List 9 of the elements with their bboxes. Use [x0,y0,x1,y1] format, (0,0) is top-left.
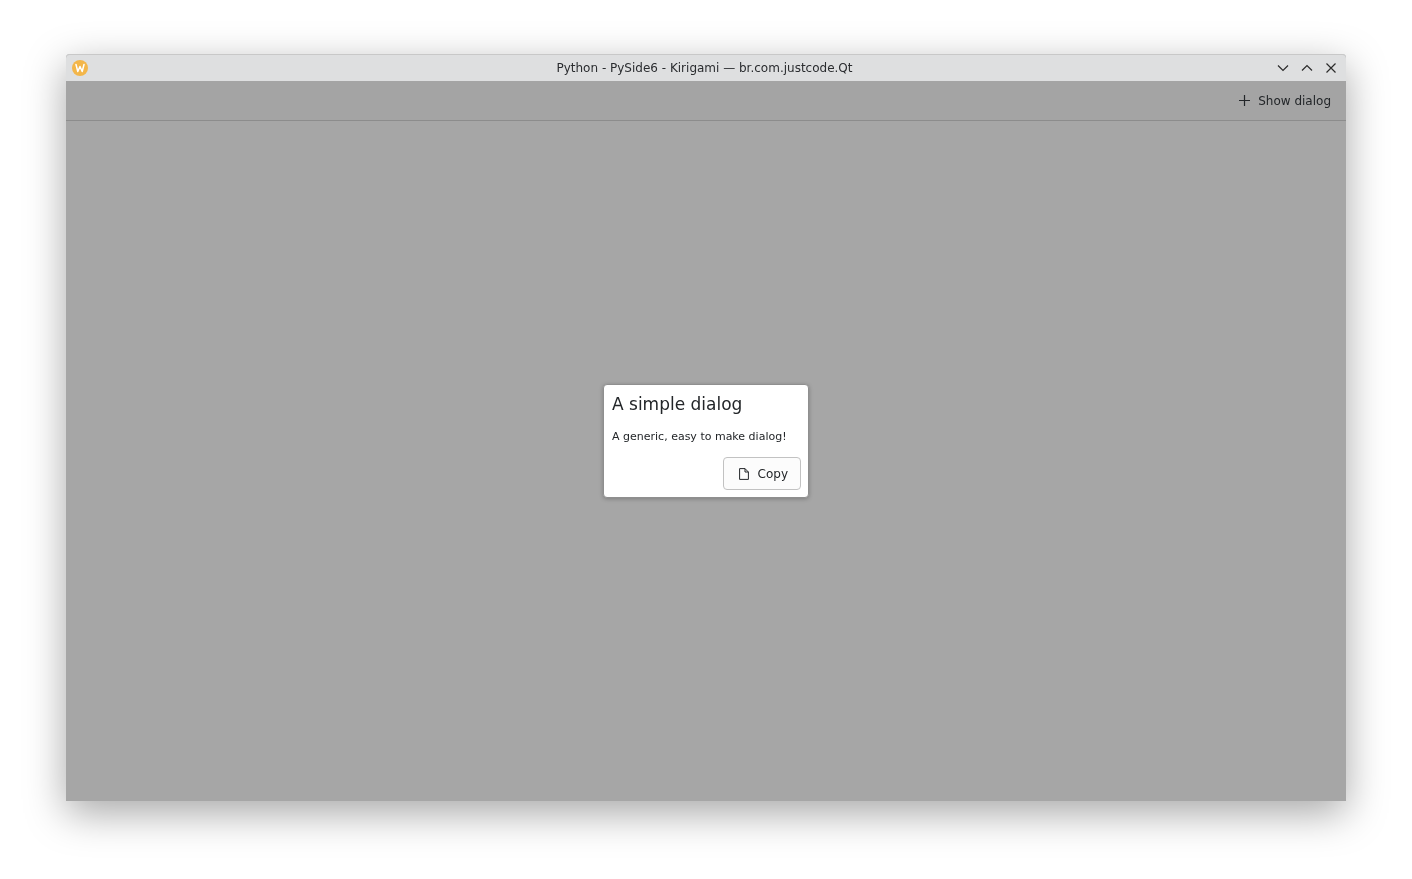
app-logo-icon [72,59,88,76]
window-title: Python - PySide6 - Kirigami — br.com.justcode.Qt [555,60,854,75]
dialog-message: A generic, easy to make dialog! [611,430,788,444]
dialog-title: A simple dialog [611,393,744,416]
plus-icon [1239,95,1251,106]
document-icon [738,467,749,480]
copy-button[interactable]: Copy [722,457,801,490]
close-button[interactable] [1325,61,1337,74]
show-dialog-button[interactable]: Show dialog [1234,89,1336,112]
